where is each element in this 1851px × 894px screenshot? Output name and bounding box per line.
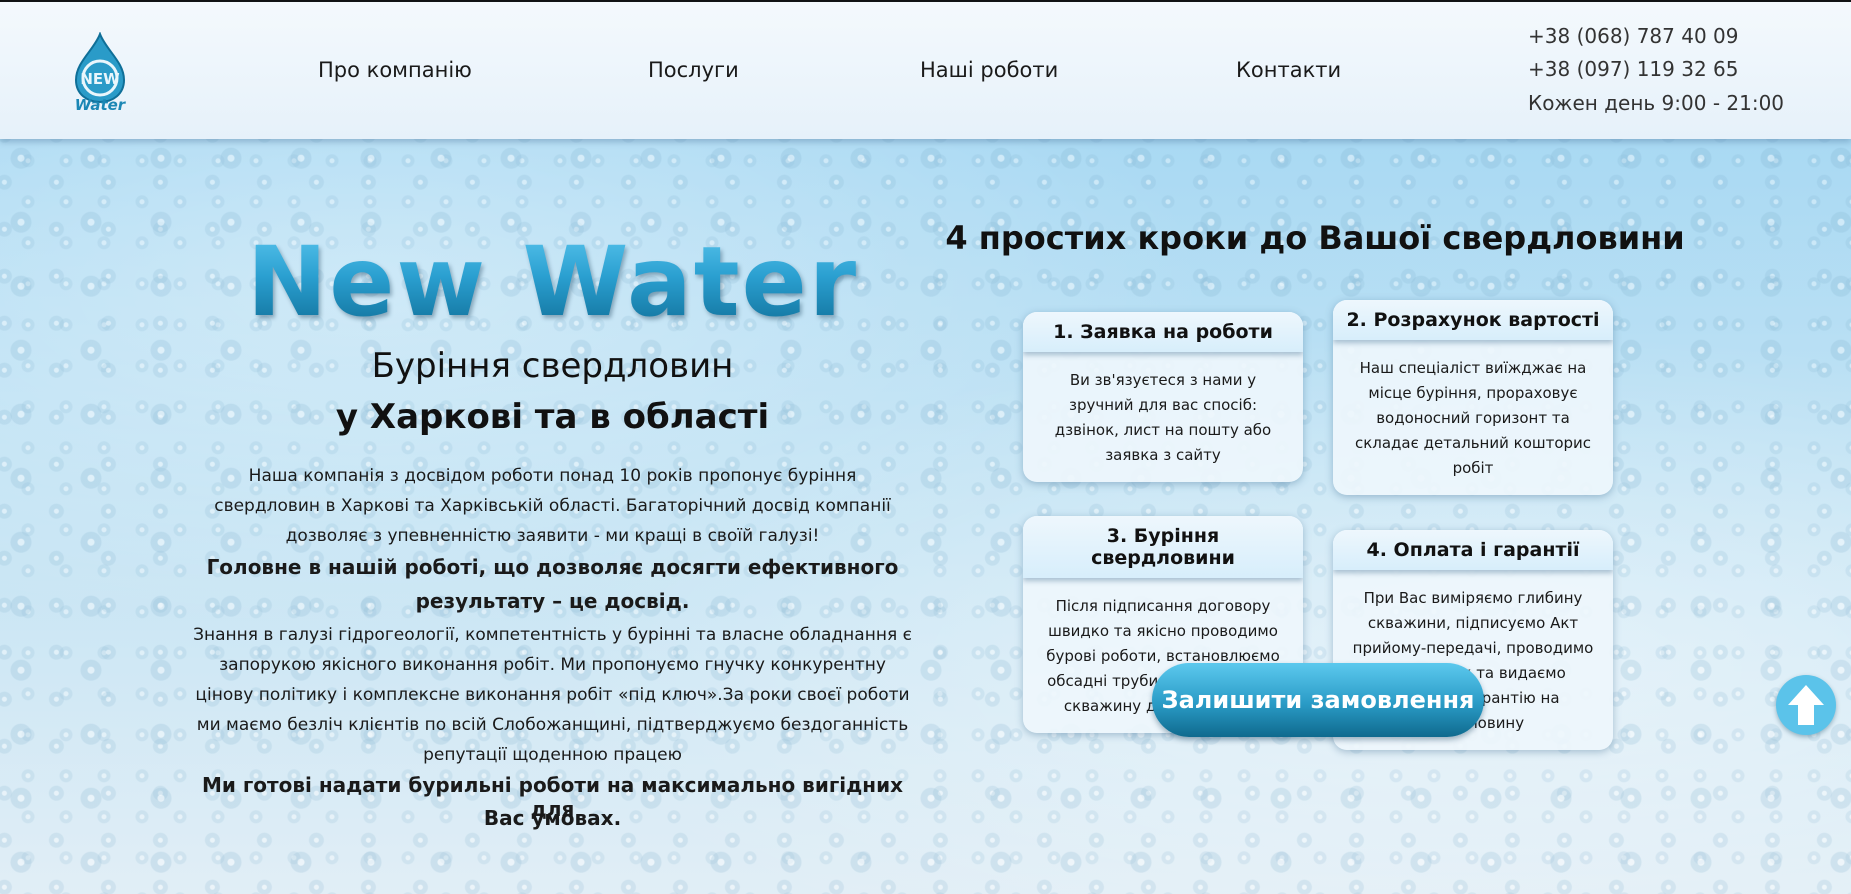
- description-line: репутації щоденною працею: [423, 745, 682, 765]
- logo-mark: NEW: [80, 70, 120, 88]
- step-card-title: 1. Заявка на роботи: [1023, 312, 1303, 352]
- description-line-bold: Головне в нашій роботі, що дозволяє дося…: [206, 555, 899, 579]
- step-card-title: 3. Буріння свердловини: [1023, 516, 1303, 578]
- description-line-bold: результату – це досвід.: [415, 589, 690, 613]
- description-line: запорукою якісного виконання робіт. Ми п…: [219, 655, 886, 675]
- nav-works[interactable]: Наші роботи: [920, 58, 1058, 82]
- phone-2[interactable]: +38 (097) 119 32 65: [1528, 57, 1739, 81]
- hero-section: New Water Буріння свердловин у Харкові т…: [0, 139, 1851, 894]
- step-card-2: 2. Розрахунок вартості Наш спеціаліст ви…: [1333, 300, 1613, 495]
- description-line: дозволяє з упевненністю заявити - ми кра…: [285, 526, 820, 546]
- step-card-text: Наш спеціаліст виїжджає на місце буріння…: [1354, 359, 1592, 477]
- site-header: NEW Water Про компанію Послуги Наші робо…: [0, 2, 1851, 139]
- hero-subtitle-line-1: Буріння свердловин: [371, 346, 734, 386]
- water-drop-icon: [74, 32, 126, 104]
- step-card-title: 4. Оплата і гарантії: [1333, 530, 1613, 570]
- nav-contacts[interactable]: Контакти: [1236, 58, 1341, 82]
- description-line: Знання в галузі гідрогеології, компетент…: [193, 625, 912, 645]
- description-line: цінову політику і комплексне виконання р…: [195, 685, 910, 705]
- logo[interactable]: NEW Water: [68, 32, 132, 112]
- step-card-text: Ви зв'язуєтеся з нами у зручний для вас …: [1054, 371, 1272, 464]
- hero-subtitle-line-2: у Харкові та в області: [335, 397, 770, 437]
- description-line-bold: Вас умовах.: [483, 806, 622, 830]
- nav-services[interactable]: Послуги: [648, 58, 739, 82]
- arrow-up-icon: [1788, 685, 1824, 725]
- step-card-title: 2. Розрахунок вартості: [1333, 300, 1613, 340]
- steps-title: 4 простих кроки до Вашої свердловини: [945, 219, 1685, 257]
- description-line: ми маємо безліч клієнтів по всій Слобожа…: [196, 715, 909, 735]
- phone-1[interactable]: +38 (068) 787 40 09: [1528, 24, 1739, 48]
- description-line: Наша компанія з досвідом роботи понад 10…: [248, 466, 857, 486]
- working-hours: Кожен день 9:00 - 21:00: [1528, 91, 1785, 115]
- nav-about[interactable]: Про компанію: [318, 58, 472, 82]
- description-line: свердловин в Харкові та Харківській обла…: [214, 496, 891, 516]
- scroll-to-top-button[interactable]: [1776, 675, 1836, 735]
- logo-text: Water: [75, 96, 127, 112]
- step-card-1: 1. Заявка на роботи Ви зв'язуєтеся з нам…: [1023, 312, 1303, 482]
- order-button[interactable]: Залишити замовлення: [1152, 663, 1484, 737]
